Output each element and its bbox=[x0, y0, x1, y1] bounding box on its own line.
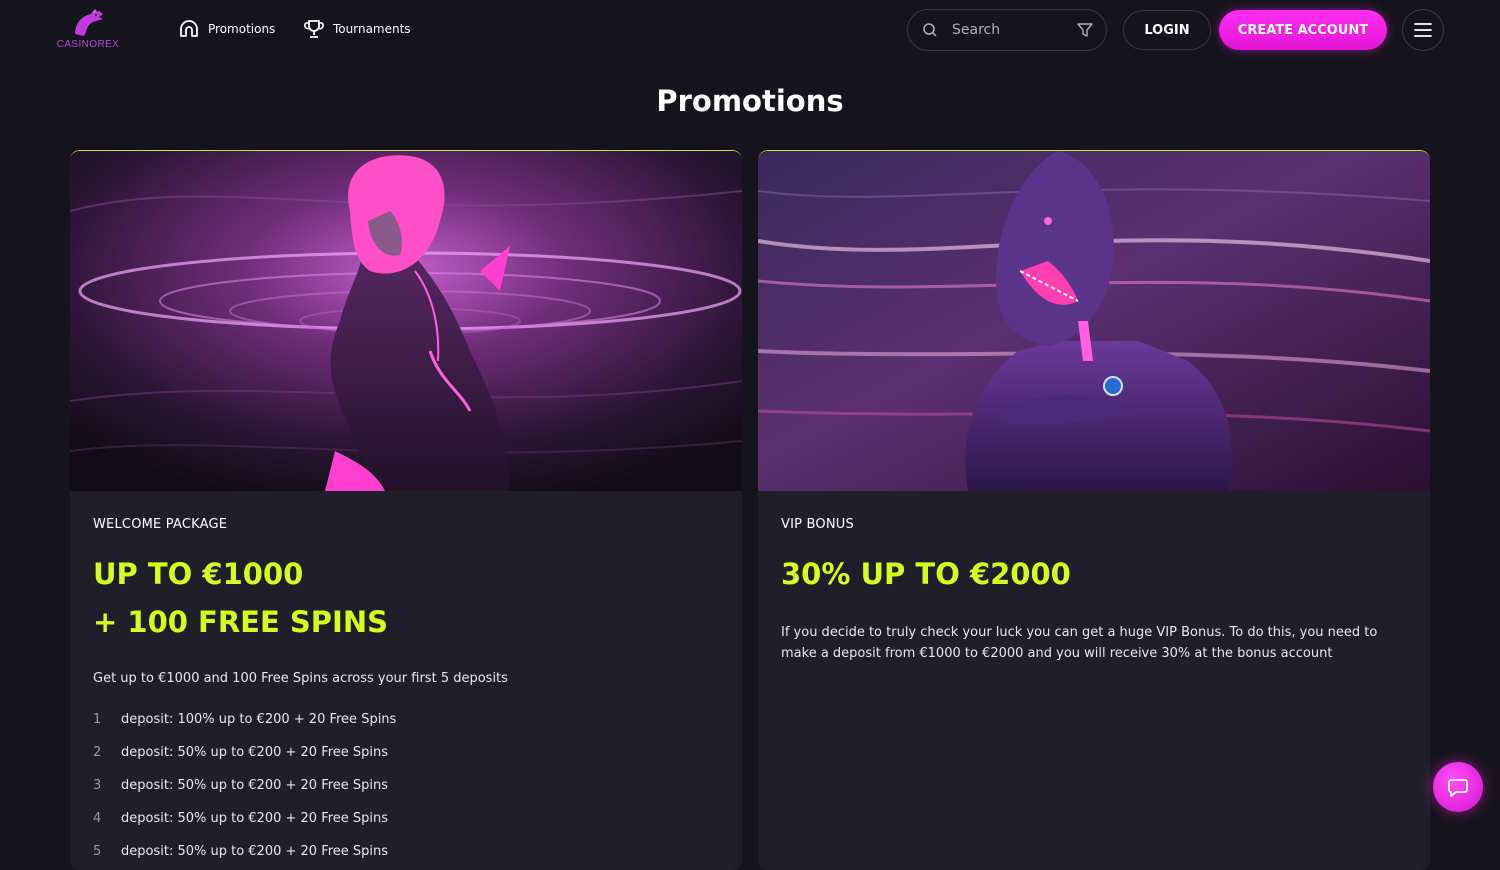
welcome-promo-image bbox=[70, 151, 742, 491]
deposit-text: deposit: 50% up to €200 + 20 Free Spins bbox=[121, 844, 389, 859]
vip-promo-image bbox=[758, 151, 1430, 491]
search-box[interactable] bbox=[907, 9, 1107, 51]
list-item: 1 deposit: 100% up to €200 + 20 Free Spin… bbox=[93, 703, 723, 736]
deposit-number: 4 bbox=[93, 811, 102, 826]
deposit-number: 2 bbox=[93, 745, 102, 760]
promo-label: WELCOME PACKAGE bbox=[93, 517, 228, 532]
deposit-text: deposit: 50% up to €200 + 20 Free Spins bbox=[121, 745, 389, 760]
promo-description: Get up to €1000 and 100 Free Spins acros… bbox=[93, 671, 508, 686]
dino-logo-icon bbox=[75, 9, 103, 36]
chat-bubble-icon bbox=[1448, 779, 1468, 797]
nav-promotions-label: Promotions bbox=[208, 22, 276, 36]
deposit-number: 1 bbox=[93, 712, 102, 727]
deposit-number: 3 bbox=[93, 778, 102, 793]
page-title: Promotions bbox=[656, 84, 844, 118]
promotion-card-vip[interactable]: VIP BONUS 30% UP TO €2000 If you decide … bbox=[758, 150, 1430, 870]
trophy-icon bbox=[304, 20, 324, 38]
promo-headline-line-1: 30% UP TO €2000 bbox=[781, 557, 1071, 591]
deposit-text: deposit: 50% up to €200 + 20 Free Spins bbox=[121, 778, 389, 793]
nav-tournaments[interactable]: Tournaments bbox=[303, 16, 411, 42]
list-item: 4 deposit: 50% up to €200 + 20 Free Spins bbox=[93, 802, 723, 835]
promo-description: If you decide to truly check your luck y… bbox=[781, 625, 1378, 661]
live-chat-button[interactable] bbox=[1433, 762, 1483, 812]
hamburger-icon bbox=[1414, 23, 1432, 37]
welcome-card-body: WELCOME PACKAGE UP TO €1000 + 100 FREE S… bbox=[93, 517, 723, 868]
menu-button[interactable] bbox=[1402, 9, 1444, 51]
deposit-text: deposit: 50% up to €200 + 20 Free Spins bbox=[121, 811, 389, 826]
promo-label: VIP BONUS bbox=[781, 517, 854, 532]
promotion-card-welcome[interactable]: WELCOME PACKAGE UP TO €1000 + 100 FREE S… bbox=[70, 150, 742, 870]
site-header: CASINOREX Promotions Tournaments LOGIN C… bbox=[0, 0, 1500, 62]
deposit-text: deposit: 100% up to €200 + 20 Free Spins bbox=[121, 712, 397, 727]
logo-wordmark: CASINOREX bbox=[56, 39, 120, 50]
vip-card-body: VIP BONUS 30% UP TO €2000 If you decide … bbox=[781, 517, 1411, 664]
list-item: 3 deposit: 50% up to €200 + 20 Free Spins bbox=[93, 769, 723, 802]
search-icon bbox=[923, 23, 937, 37]
deposit-list: 1 deposit: 100% up to €200 + 20 Free Spin… bbox=[93, 703, 723, 868]
filter-icon[interactable] bbox=[1076, 21, 1094, 39]
nav-promotions[interactable]: Promotions bbox=[178, 16, 275, 42]
arch-icon bbox=[180, 20, 198, 37]
promo-headline-line-1: UP TO €1000 bbox=[93, 557, 304, 591]
elf-character-illustration bbox=[70, 151, 742, 491]
promo-headline-line-2: + 100 FREE SPINS bbox=[93, 605, 388, 639]
dino-character-illustration bbox=[758, 151, 1430, 491]
casinorex-logo[interactable]: CASINOREX bbox=[54, 8, 122, 54]
create-account-button[interactable]: CREATE ACCOUNT bbox=[1219, 10, 1387, 50]
list-item: 2 deposit: 50% up to €200 + 20 Free Spins bbox=[93, 736, 723, 769]
promo-headline: 30% UP TO €2000 bbox=[781, 550, 1411, 598]
login-button[interactable]: LOGIN bbox=[1123, 10, 1211, 50]
nav-tournaments-label: Tournaments bbox=[333, 22, 411, 36]
deposit-number: 5 bbox=[93, 844, 102, 859]
list-item: 5 deposit: 50% up to €200 + 20 Free Spins bbox=[93, 835, 723, 868]
promo-headline: UP TO €1000 + 100 FREE SPINS bbox=[93, 550, 723, 646]
search-input[interactable] bbox=[952, 22, 1064, 38]
